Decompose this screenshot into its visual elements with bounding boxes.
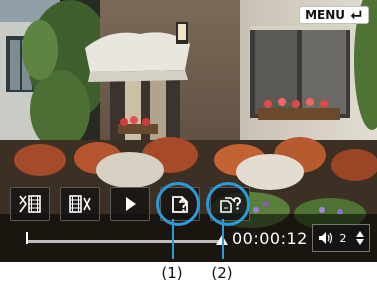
return-arrow-icon <box>350 10 362 20</box>
volume-arrows[interactable] <box>356 231 364 245</box>
menu-label: MENU <box>305 8 345 22</box>
save-button[interactable] <box>156 182 200 226</box>
trim-beginning-icon <box>19 195 41 213</box>
playback-timecode: 00:00:12 <box>232 229 308 248</box>
volume-down-arrow-icon[interactable] <box>356 239 364 245</box>
save-as-button[interactable] <box>206 182 250 226</box>
callout-label-2: (2) <box>211 264 233 282</box>
movie-edit-toolbar <box>0 178 377 230</box>
callout-line-2 <box>222 219 224 259</box>
trim-end-button[interactable] <box>60 187 100 221</box>
speaker-icon <box>319 232 333 244</box>
menu-return-button[interactable]: MENU <box>299 6 369 24</box>
trim-beginning-button[interactable] <box>10 187 50 221</box>
play-icon <box>126 197 136 211</box>
progress-start-marker <box>26 232 28 244</box>
volume-up-arrow-icon[interactable] <box>356 231 364 237</box>
play-button[interactable] <box>110 187 150 221</box>
progress-track <box>26 240 222 243</box>
callout-label-1: (1) <box>161 264 183 282</box>
playback-progress-bar[interactable] <box>26 229 228 249</box>
volume-level: 2 <box>339 231 347 245</box>
save-as-new-file-icon <box>220 197 241 213</box>
callout-line-1 <box>172 219 174 259</box>
trim-end-icon <box>69 195 91 213</box>
volume-control[interactable]: 2 <box>312 224 370 252</box>
save-icon <box>172 196 188 213</box>
camera-lcd-screen: MENU 00:00:12 2 <box>0 0 377 262</box>
